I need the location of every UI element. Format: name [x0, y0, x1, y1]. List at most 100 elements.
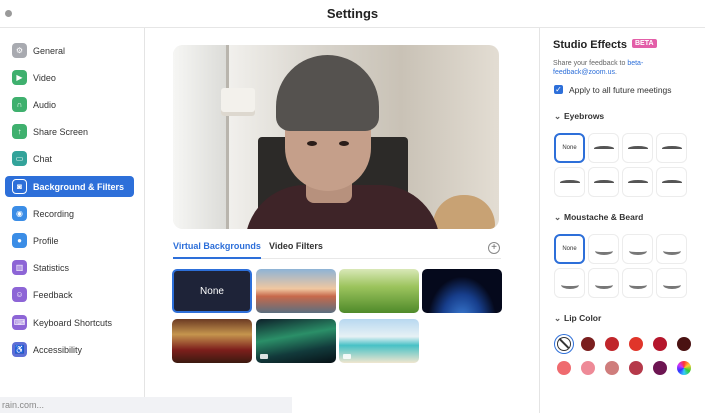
sidebar-item-label: Chat	[33, 153, 53, 164]
chevron-down-icon: ⌄	[554, 111, 562, 121]
lip-color-swatch[interactable]	[653, 337, 667, 351]
moustache-icon	[595, 281, 613, 289]
moustache-section-toggle[interactable]: ⌄ Moustache & Beard	[554, 212, 643, 223]
moustache-option[interactable]	[656, 234, 687, 264]
sidebar-item-accessibility[interactable]: ♿ Accessibility	[5, 339, 134, 360]
eyebrow-option[interactable]	[554, 167, 585, 197]
sidebar-item-background-filters[interactable]: ◙ Background & Filters	[5, 176, 134, 197]
lip-color-swatch[interactable]	[629, 361, 643, 375]
person-background-icon: ◙	[12, 179, 27, 194]
sidebar-item-chat[interactable]: ▭ Chat	[5, 148, 134, 169]
moustache-icon	[561, 281, 579, 289]
beard-icon	[629, 247, 647, 255]
sidebar-item-keyboard-shortcuts[interactable]: ⌨ Keyboard Shortcuts	[5, 312, 134, 333]
moustache-none-option[interactable]: None	[554, 234, 585, 264]
eyebrow-icon	[628, 146, 648, 151]
eyebrow-icon	[662, 146, 682, 151]
preview-left-eye	[307, 141, 317, 146]
sidebar-item-general[interactable]: ⚙ General	[5, 40, 134, 61]
feedback-suffix: .	[614, 69, 617, 76]
eyebrow-icon	[594, 180, 614, 185]
window-title: Settings	[326, 6, 379, 21]
custom-color-wheel-icon[interactable]	[677, 361, 691, 375]
lip-color-none-swatch[interactable]	[557, 337, 571, 351]
sidebar-item-feedback[interactable]: ☺ Feedback	[5, 284, 134, 305]
eyebrow-none-option[interactable]: None	[554, 133, 585, 163]
eyebrow-option[interactable]	[622, 167, 653, 197]
moustache-option[interactable]	[588, 268, 619, 298]
sidebar-item-label: Audio	[33, 99, 57, 110]
moustache-title: Moustache & Beard	[564, 212, 644, 222]
moustache-option[interactable]	[656, 268, 687, 298]
apply-all-checkbox[interactable]: ✓	[554, 85, 563, 94]
chevron-down-icon: ⌄	[554, 313, 562, 323]
plus-circle-icon[interactable]: +	[488, 242, 500, 254]
moustache-option[interactable]	[622, 234, 653, 264]
video-camera-icon	[343, 354, 351, 359]
beach-palm-image[interactable]	[339, 319, 419, 363]
eyebrow-icon	[594, 146, 614, 151]
feedback-text: Share your feedback to	[553, 60, 628, 67]
eyebrow-icon	[560, 180, 580, 185]
sidebar-item-label: Keyboard Shortcuts	[33, 317, 113, 328]
sidebar-item-label: Recording	[33, 208, 75, 219]
tab-video-filters[interactable]: Video Filters	[269, 241, 323, 251]
sidebar-item-audio[interactable]: ∩ Audio	[5, 94, 134, 115]
background-tabs: Virtual Backgrounds Video Filters	[173, 239, 501, 259]
camera-preview	[173, 45, 499, 229]
sidebar-item-label: Share Screen	[33, 126, 89, 137]
eyebrow-option[interactable]	[588, 167, 619, 197]
sidebar-item-recording[interactable]: ◉ Recording	[5, 203, 134, 224]
lip-color-swatch[interactable]	[677, 337, 691, 351]
sidebar-item-label: General	[33, 45, 66, 56]
lip-color-swatch[interactable]	[653, 361, 667, 375]
preview-side-table	[433, 195, 495, 229]
moustache-option[interactable]	[588, 234, 619, 264]
golden-gate-bridge-image[interactable]	[256, 269, 336, 313]
eyebrow-none-label: None	[562, 145, 577, 151]
studio-effects-title: Studio Effects	[553, 39, 627, 51]
video-camera-icon	[260, 354, 268, 359]
lip-color-swatch[interactable]	[605, 337, 619, 351]
eyebrow-option[interactable]	[656, 167, 687, 197]
lip-color-swatch[interactable]	[605, 361, 619, 375]
moustache-icon	[629, 281, 647, 289]
title-bar: Settings	[0, 0, 705, 28]
eyebrow-option[interactable]	[588, 133, 619, 163]
sidebar-item-profile[interactable]: ● Profile	[5, 230, 134, 251]
grand-hall-image[interactable]	[172, 319, 252, 363]
sidebar-item-statistics[interactable]: ▥ Statistics	[5, 257, 134, 278]
preview-lamp	[221, 88, 255, 116]
beard-icon	[595, 247, 613, 255]
beta-badge: BETA	[632, 39, 657, 48]
lip-color-swatch[interactable]	[629, 337, 643, 351]
gear-icon: ⚙	[12, 43, 27, 58]
lip-color-section-toggle[interactable]: ⌄ Lip Color	[554, 313, 601, 324]
video-camera-icon: ▶	[12, 70, 27, 85]
lip-color-swatch[interactable]	[557, 361, 571, 375]
sidebar-item-video[interactable]: ▶ Video	[5, 67, 134, 88]
smiley-icon: ☺	[12, 287, 27, 302]
profile-icon: ●	[12, 233, 27, 248]
preview-window	[173, 45, 229, 229]
sidebar-item-share-screen[interactable]: ↑ Share Screen	[5, 121, 134, 142]
tab-virtual-backgrounds[interactable]: Virtual Backgrounds	[173, 241, 261, 259]
eyebrows-section-toggle[interactable]: ⌄ Eyebrows	[554, 111, 604, 122]
earth-from-space-image[interactable]	[422, 269, 502, 313]
record-icon: ◉	[12, 206, 27, 221]
keyboard-icon: ⌨	[12, 315, 27, 330]
sidebar-item-label: Background & Filters	[33, 181, 125, 192]
moustache-option[interactable]	[622, 268, 653, 298]
eyebrow-option[interactable]	[656, 133, 687, 163]
settings-sidebar: ⚙ General ▶ Video ∩ Audio ↑ Share Screen…	[0, 28, 145, 413]
moustache-option[interactable]	[554, 268, 585, 298]
grass-image[interactable]	[339, 269, 419, 313]
eyebrow-icon	[662, 180, 682, 185]
lip-color-swatch[interactable]	[581, 337, 595, 351]
eyebrow-option[interactable]	[622, 133, 653, 163]
sidebar-item-label: Statistics	[33, 262, 70, 273]
background-none-tile[interactable]: None	[172, 269, 252, 313]
lip-color-swatch[interactable]	[581, 361, 595, 375]
aurora-image[interactable]	[256, 319, 336, 363]
accessibility-icon: ♿	[12, 342, 27, 357]
